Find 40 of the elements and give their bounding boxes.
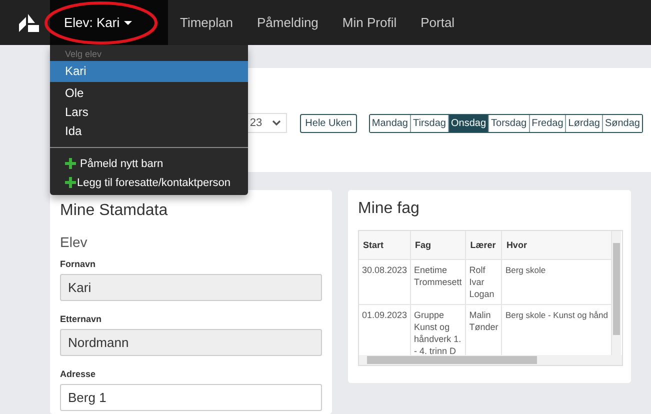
day-tab[interactable]: Mandag <box>370 114 410 132</box>
input-field[interactable]: Berg 1 <box>60 384 322 411</box>
whole-week-button[interactable]: Hele Uken <box>300 114 357 132</box>
chevron-down-icon <box>272 120 282 126</box>
day-tab[interactable]: Tirsdag <box>410 114 448 132</box>
input-field: Nordmann <box>60 329 322 356</box>
section-heading: Elev <box>60 234 88 250</box>
day-tab[interactable]: Søndag <box>602 114 642 132</box>
plus-icon <box>65 177 76 188</box>
nav-link[interactable]: Påmelding <box>256 15 318 30</box>
day-tab[interactable]: Onsdag <box>448 114 488 132</box>
field-label: Adresse <box>60 369 97 379</box>
card-title: Mine fag <box>358 200 420 218</box>
nav-link[interactable]: Timeplan <box>180 15 233 30</box>
day-tab[interactable]: Fredag <box>528 114 566 132</box>
input-field: Kari <box>60 274 322 301</box>
table-cell: Enetime Trommesett <box>410 260 466 304</box>
nav-link[interactable]: Min Profil <box>342 15 397 30</box>
dropdown-header: Velg elev <box>64 49 103 61</box>
column-header: Fag <box>410 231 466 260</box>
dropdown-action[interactable]: Påmeld nytt barn <box>50 154 248 173</box>
caret-icon <box>124 20 132 24</box>
student-option[interactable]: Ole <box>50 84 248 103</box>
column-header: Start <box>359 231 411 260</box>
student-option[interactable]: Kari <box>50 61 248 82</box>
field-label: Etternavn <box>60 314 103 324</box>
table-cell: 30.08.2023 <box>359 260 411 304</box>
logo-icon[interactable] <box>18 12 40 32</box>
day-tab[interactable]: Lørdag <box>565 114 602 132</box>
table-cell: Rolf Ivar Logan <box>466 260 502 304</box>
dropdown-action[interactable]: Legg til foresatte/kontaktperson <box>50 173 248 192</box>
nav-link[interactable]: Portal <box>420 15 455 30</box>
card-title: Mine Stamdata <box>60 202 169 220</box>
field-label: Fornavn <box>60 259 97 269</box>
horizontal-scrollbar[interactable] <box>359 355 622 365</box>
plus-icon <box>65 158 76 169</box>
vertical-scrollbar[interactable] <box>612 231 621 355</box>
column-header: Hvor <box>502 231 612 260</box>
column-header: Lærer <box>466 231 502 260</box>
day-tab[interactable]: Torsdag <box>488 114 529 132</box>
